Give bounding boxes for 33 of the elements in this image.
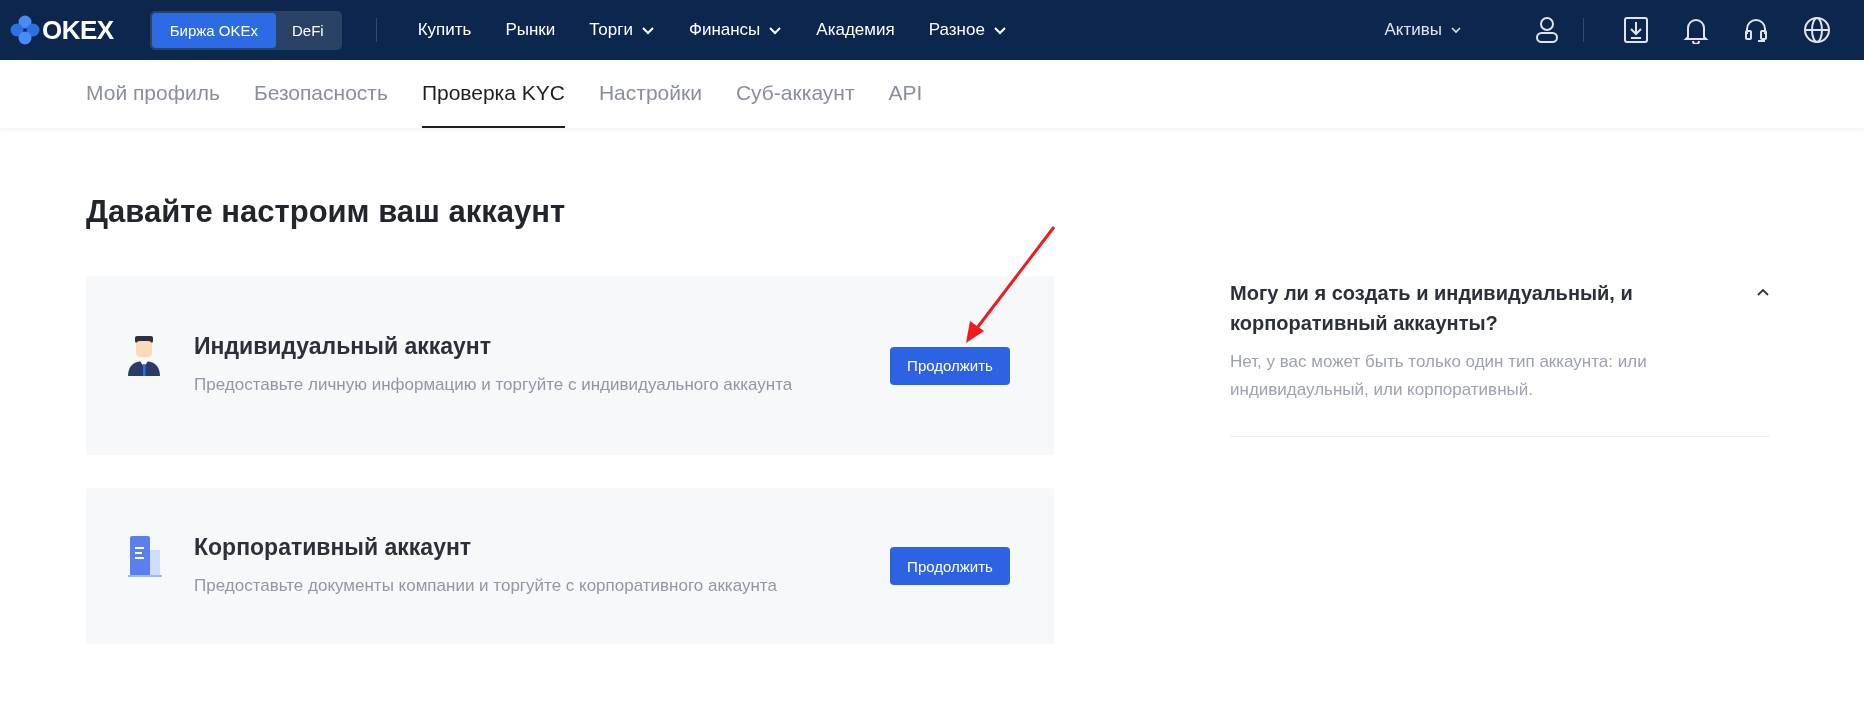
page-title: Давайте настроим ваш аккаунт [86,194,567,230]
card-description: Предоставьте личную информацию и торгуйте с индивидуального аккаунта [194,374,794,396]
profile-tab[interactable]: Проверка KYC [421,60,565,128]
chevron-down-icon [640,25,655,35]
businessman-icon [126,333,162,378]
globe-icon[interactable] [1803,16,1831,44]
nav-item[interactable]: Торги [572,20,672,40]
faq-question[interactable]: Могу ли я создать и индивидуальный, и корпоративный аккаунты? [1230,278,1710,338]
logo-icon [10,15,40,45]
assets-menu[interactable]: Активы [1367,20,1479,40]
document-icon [126,534,162,578]
nav-item[interactable]: Рынки [488,20,573,40]
chevron-down-icon [768,25,783,35]
chevron-down-icon [1450,26,1462,34]
faq-answer: Нет, у вас может быть только один тип аккаунта: или индивидаульный, или корпоративный. [1230,351,1648,401]
card-title: Индивидуальный аккаунт [194,333,492,360]
user-icon[interactable] [1534,16,1560,44]
continue-button[interactable]: Продолжить [890,346,1010,385]
headset-icon[interactable] [1743,16,1769,44]
download-icon[interactable] [1623,16,1649,44]
chevron-icon[interactable] [1756,288,1770,297]
nav-item[interactable]: Академия [799,20,912,40]
exchange-tab[interactable]: Биржа OKEx [151,12,276,48]
logo-text[interactable]: OKEX [42,14,114,46]
card-description: Предоставьте документы компании и торгуйте с корпоративного аккаунта [194,574,778,597]
exchange-tab[interactable]: DeFi [276,12,340,48]
nav-item[interactable]: Финансы [671,20,800,40]
bell-icon[interactable] [1683,16,1709,44]
nav-item[interactable]: Купить [400,20,489,40]
chevron-down-icon [992,25,1007,35]
nav-item[interactable]: Разное [911,20,1024,40]
continue-button[interactable]: Продолжить [890,547,1010,585]
card-title: Корпоративный аккаунт [194,533,473,561]
